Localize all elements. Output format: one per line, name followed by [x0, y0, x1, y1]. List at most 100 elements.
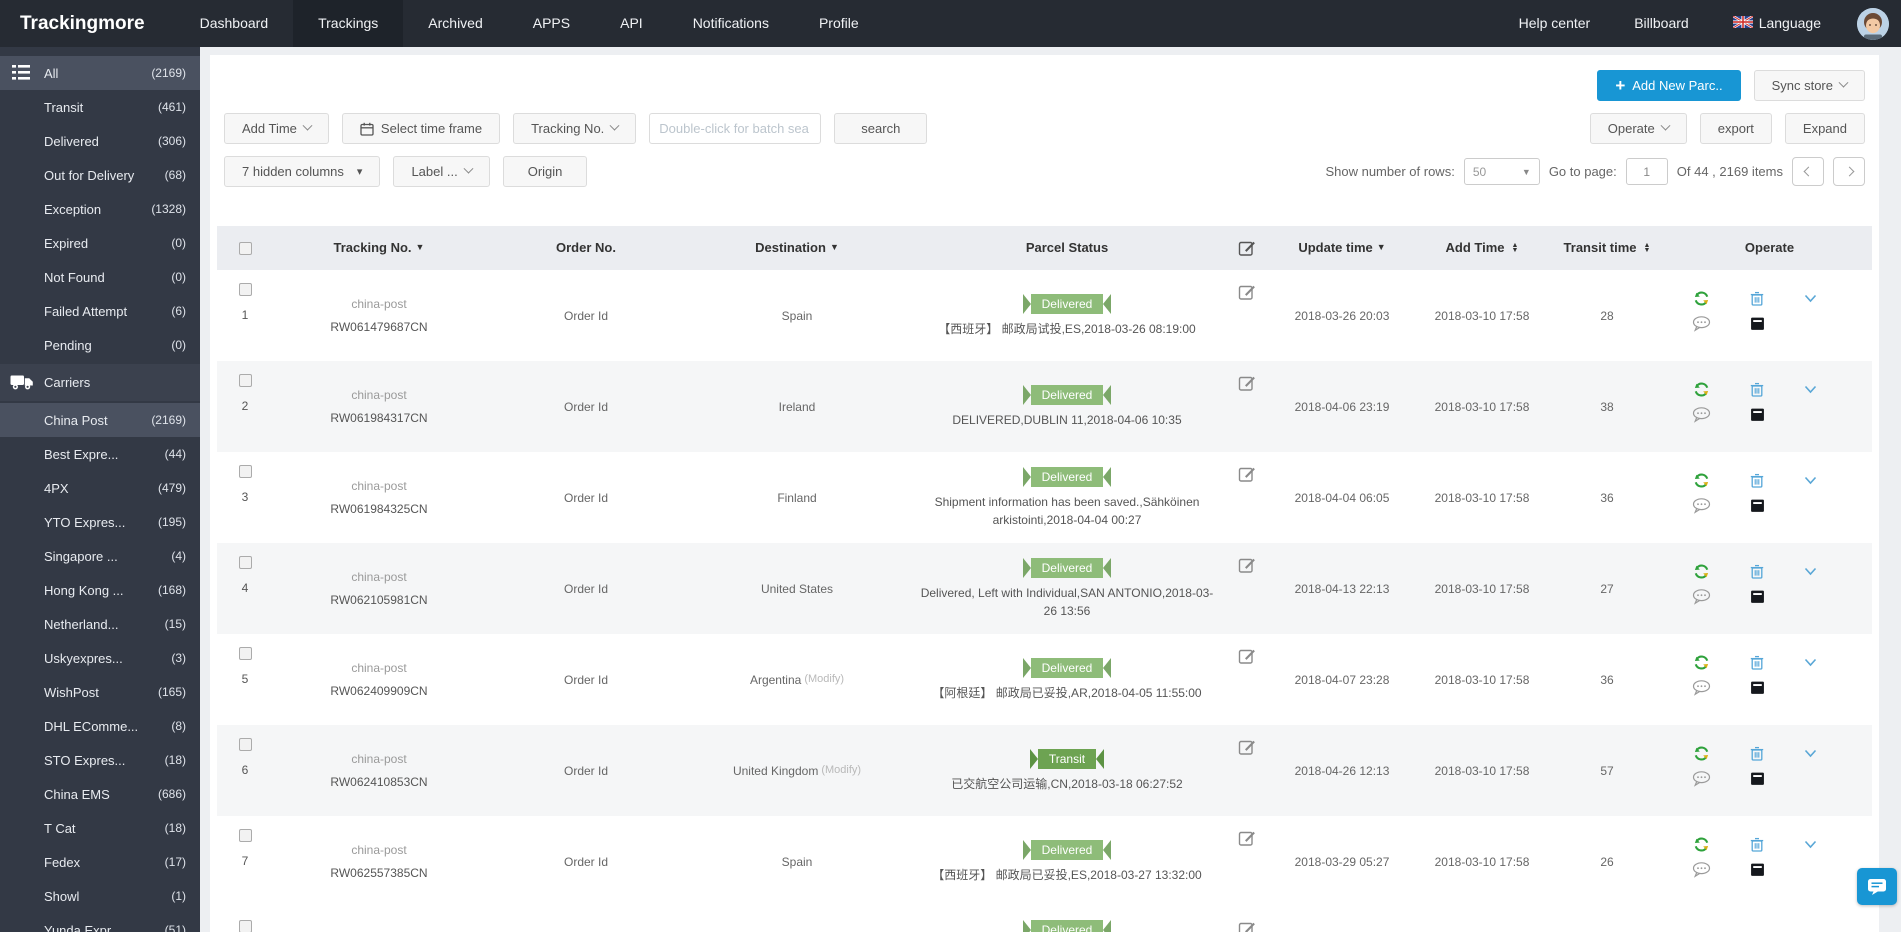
archive-icon[interactable]: [1750, 498, 1765, 513]
sync-store-button[interactable]: Sync store: [1754, 70, 1865, 101]
export-button[interactable]: export: [1700, 113, 1772, 144]
trash-icon[interactable]: [1749, 563, 1765, 580]
chevron-down-icon[interactable]: [1804, 840, 1817, 849]
refresh-icon[interactable]: [1693, 381, 1710, 398]
trash-icon[interactable]: [1749, 745, 1765, 762]
row-checkbox[interactable]: [239, 374, 252, 387]
refresh-icon[interactable]: [1693, 290, 1710, 307]
trash-icon[interactable]: [1749, 290, 1765, 307]
nav-item[interactable]: APPS: [508, 0, 595, 47]
edit-icon[interactable]: [1238, 465, 1256, 483]
row-checkbox[interactable]: [239, 738, 252, 751]
header-edit-icon[interactable]: [1227, 226, 1267, 270]
trash-icon[interactable]: [1749, 381, 1765, 398]
trash-icon[interactable]: [1749, 654, 1765, 671]
edit-icon[interactable]: [1238, 738, 1256, 756]
sidebar-status-item[interactable]: Failed Attempt (6): [0, 294, 200, 328]
sidebar-carrier-item[interactable]: STO Expres... (18): [0, 743, 200, 777]
edit-icon[interactable]: [1238, 829, 1256, 847]
page-number-input[interactable]: [1626, 158, 1668, 185]
refresh-icon[interactable]: [1693, 654, 1710, 671]
edit-icon[interactable]: [1238, 556, 1256, 574]
chevron-down-icon[interactable]: [1804, 658, 1817, 667]
modify-link[interactable]: (Modify): [804, 671, 844, 688]
comment-icon[interactable]: [1692, 680, 1711, 696]
origin-button[interactable]: Origin: [503, 156, 588, 187]
comment-icon[interactable]: [1692, 862, 1711, 878]
sidebar-status-item[interactable]: Pending (0): [0, 328, 200, 362]
tracking-no-filter-button[interactable]: Tracking No.: [513, 113, 636, 144]
comment-icon[interactable]: [1692, 589, 1711, 605]
sidebar-carrier-item[interactable]: Fedex (17): [0, 845, 200, 879]
sidebar-status-item[interactable]: Expired (0): [0, 226, 200, 260]
sidebar-carrier-item[interactable]: China EMS (686): [0, 777, 200, 811]
trash-icon[interactable]: [1749, 472, 1765, 489]
sidebar-carrier-item[interactable]: T Cat (18): [0, 811, 200, 845]
add-time-filter-button[interactable]: Add Time: [224, 113, 329, 144]
expand-button[interactable]: Expand: [1785, 113, 1865, 144]
row-checkbox[interactable]: [239, 647, 252, 660]
sidebar-status-item[interactable]: Transit (461): [0, 90, 200, 124]
edit-icon[interactable]: [1238, 920, 1256, 932]
nav-item[interactable]: API: [595, 0, 668, 47]
sidebar-status-item[interactable]: All (2169): [0, 56, 200, 90]
sidebar-carrier-item[interactable]: 4PX (479): [0, 471, 200, 505]
modify-link[interactable]: (Modify): [821, 762, 861, 779]
sidebar-status-item[interactable]: Not Found (0): [0, 260, 200, 294]
hidden-columns-button[interactable]: 7 hidden columns: [224, 156, 380, 187]
avatar[interactable]: [1857, 8, 1889, 40]
sidebar-carrier-item[interactable]: Netherland... (15): [0, 607, 200, 641]
chevron-down-icon[interactable]: [1804, 749, 1817, 758]
sidebar-carrier-item[interactable]: Hong Kong ... (168): [0, 573, 200, 607]
row-checkbox[interactable]: [239, 920, 252, 932]
sidebar-carrier-item[interactable]: China Post (2169): [0, 403, 200, 437]
archive-icon[interactable]: [1750, 862, 1765, 877]
trash-icon[interactable]: [1749, 836, 1765, 853]
edit-icon[interactable]: [1238, 374, 1256, 392]
next-page-button[interactable]: [1833, 157, 1865, 186]
chevron-down-icon[interactable]: [1804, 385, 1817, 394]
chevron-down-icon[interactable]: [1804, 476, 1817, 485]
archive-icon[interactable]: [1750, 407, 1765, 422]
row-checkbox[interactable]: [239, 465, 252, 478]
carriers-section-header[interactable]: Carriers: [0, 364, 200, 401]
header-destination[interactable]: Destination▼: [687, 226, 907, 270]
rows-per-page-select[interactable]: 50▼: [1464, 158, 1540, 185]
sidebar-carrier-item[interactable]: Best Expre... (44): [0, 437, 200, 471]
header-update-time[interactable]: Update time▼: [1267, 226, 1417, 270]
header-add-time[interactable]: Add Time▲▼: [1417, 226, 1547, 270]
row-checkbox[interactable]: [239, 829, 252, 842]
label-filter-button[interactable]: Label ...: [393, 156, 489, 187]
comment-icon[interactable]: [1692, 498, 1711, 514]
select-all-checkbox[interactable]: [239, 242, 252, 255]
nav-item[interactable]: Profile: [794, 0, 884, 47]
sidebar-carrier-item[interactable]: Yunda Expr... (51): [0, 913, 200, 932]
chat-button[interactable]: [1857, 868, 1897, 905]
nav-item-billboard[interactable]: Billboard: [1612, 0, 1710, 47]
refresh-icon[interactable]: [1693, 745, 1710, 762]
nav-item[interactable]: Dashboard: [175, 0, 294, 47]
archive-icon[interactable]: [1750, 771, 1765, 786]
search-button[interactable]: search: [834, 113, 927, 144]
row-checkbox[interactable]: [239, 283, 252, 296]
comment-icon[interactable]: [1692, 771, 1711, 787]
header-tracking-no[interactable]: Tracking No.▼: [273, 226, 485, 270]
refresh-icon[interactable]: [1693, 563, 1710, 580]
sidebar-carrier-item[interactable]: WishPost (165): [0, 675, 200, 709]
comment-icon[interactable]: [1692, 407, 1711, 423]
header-transit-time[interactable]: Transit time▲▼: [1547, 226, 1667, 270]
prev-page-button[interactable]: [1792, 157, 1824, 186]
sidebar-carrier-item[interactable]: Uskyexpres... (3): [0, 641, 200, 675]
chevron-down-icon[interactable]: [1804, 567, 1817, 576]
nav-item[interactable]: Trackings: [293, 0, 403, 47]
chevron-down-icon[interactable]: [1804, 294, 1817, 303]
nav-item-language[interactable]: Language: [1711, 0, 1843, 47]
nav-item[interactable]: Notifications: [668, 0, 794, 47]
edit-icon[interactable]: [1238, 647, 1256, 665]
comment-icon[interactable]: [1692, 316, 1711, 332]
row-checkbox[interactable]: [239, 556, 252, 569]
refresh-icon[interactable]: [1693, 836, 1710, 853]
sidebar-status-item[interactable]: Out for Delivery (68): [0, 158, 200, 192]
sidebar-carrier-item[interactable]: Showl (1): [0, 879, 200, 913]
archive-icon[interactable]: [1750, 316, 1765, 331]
